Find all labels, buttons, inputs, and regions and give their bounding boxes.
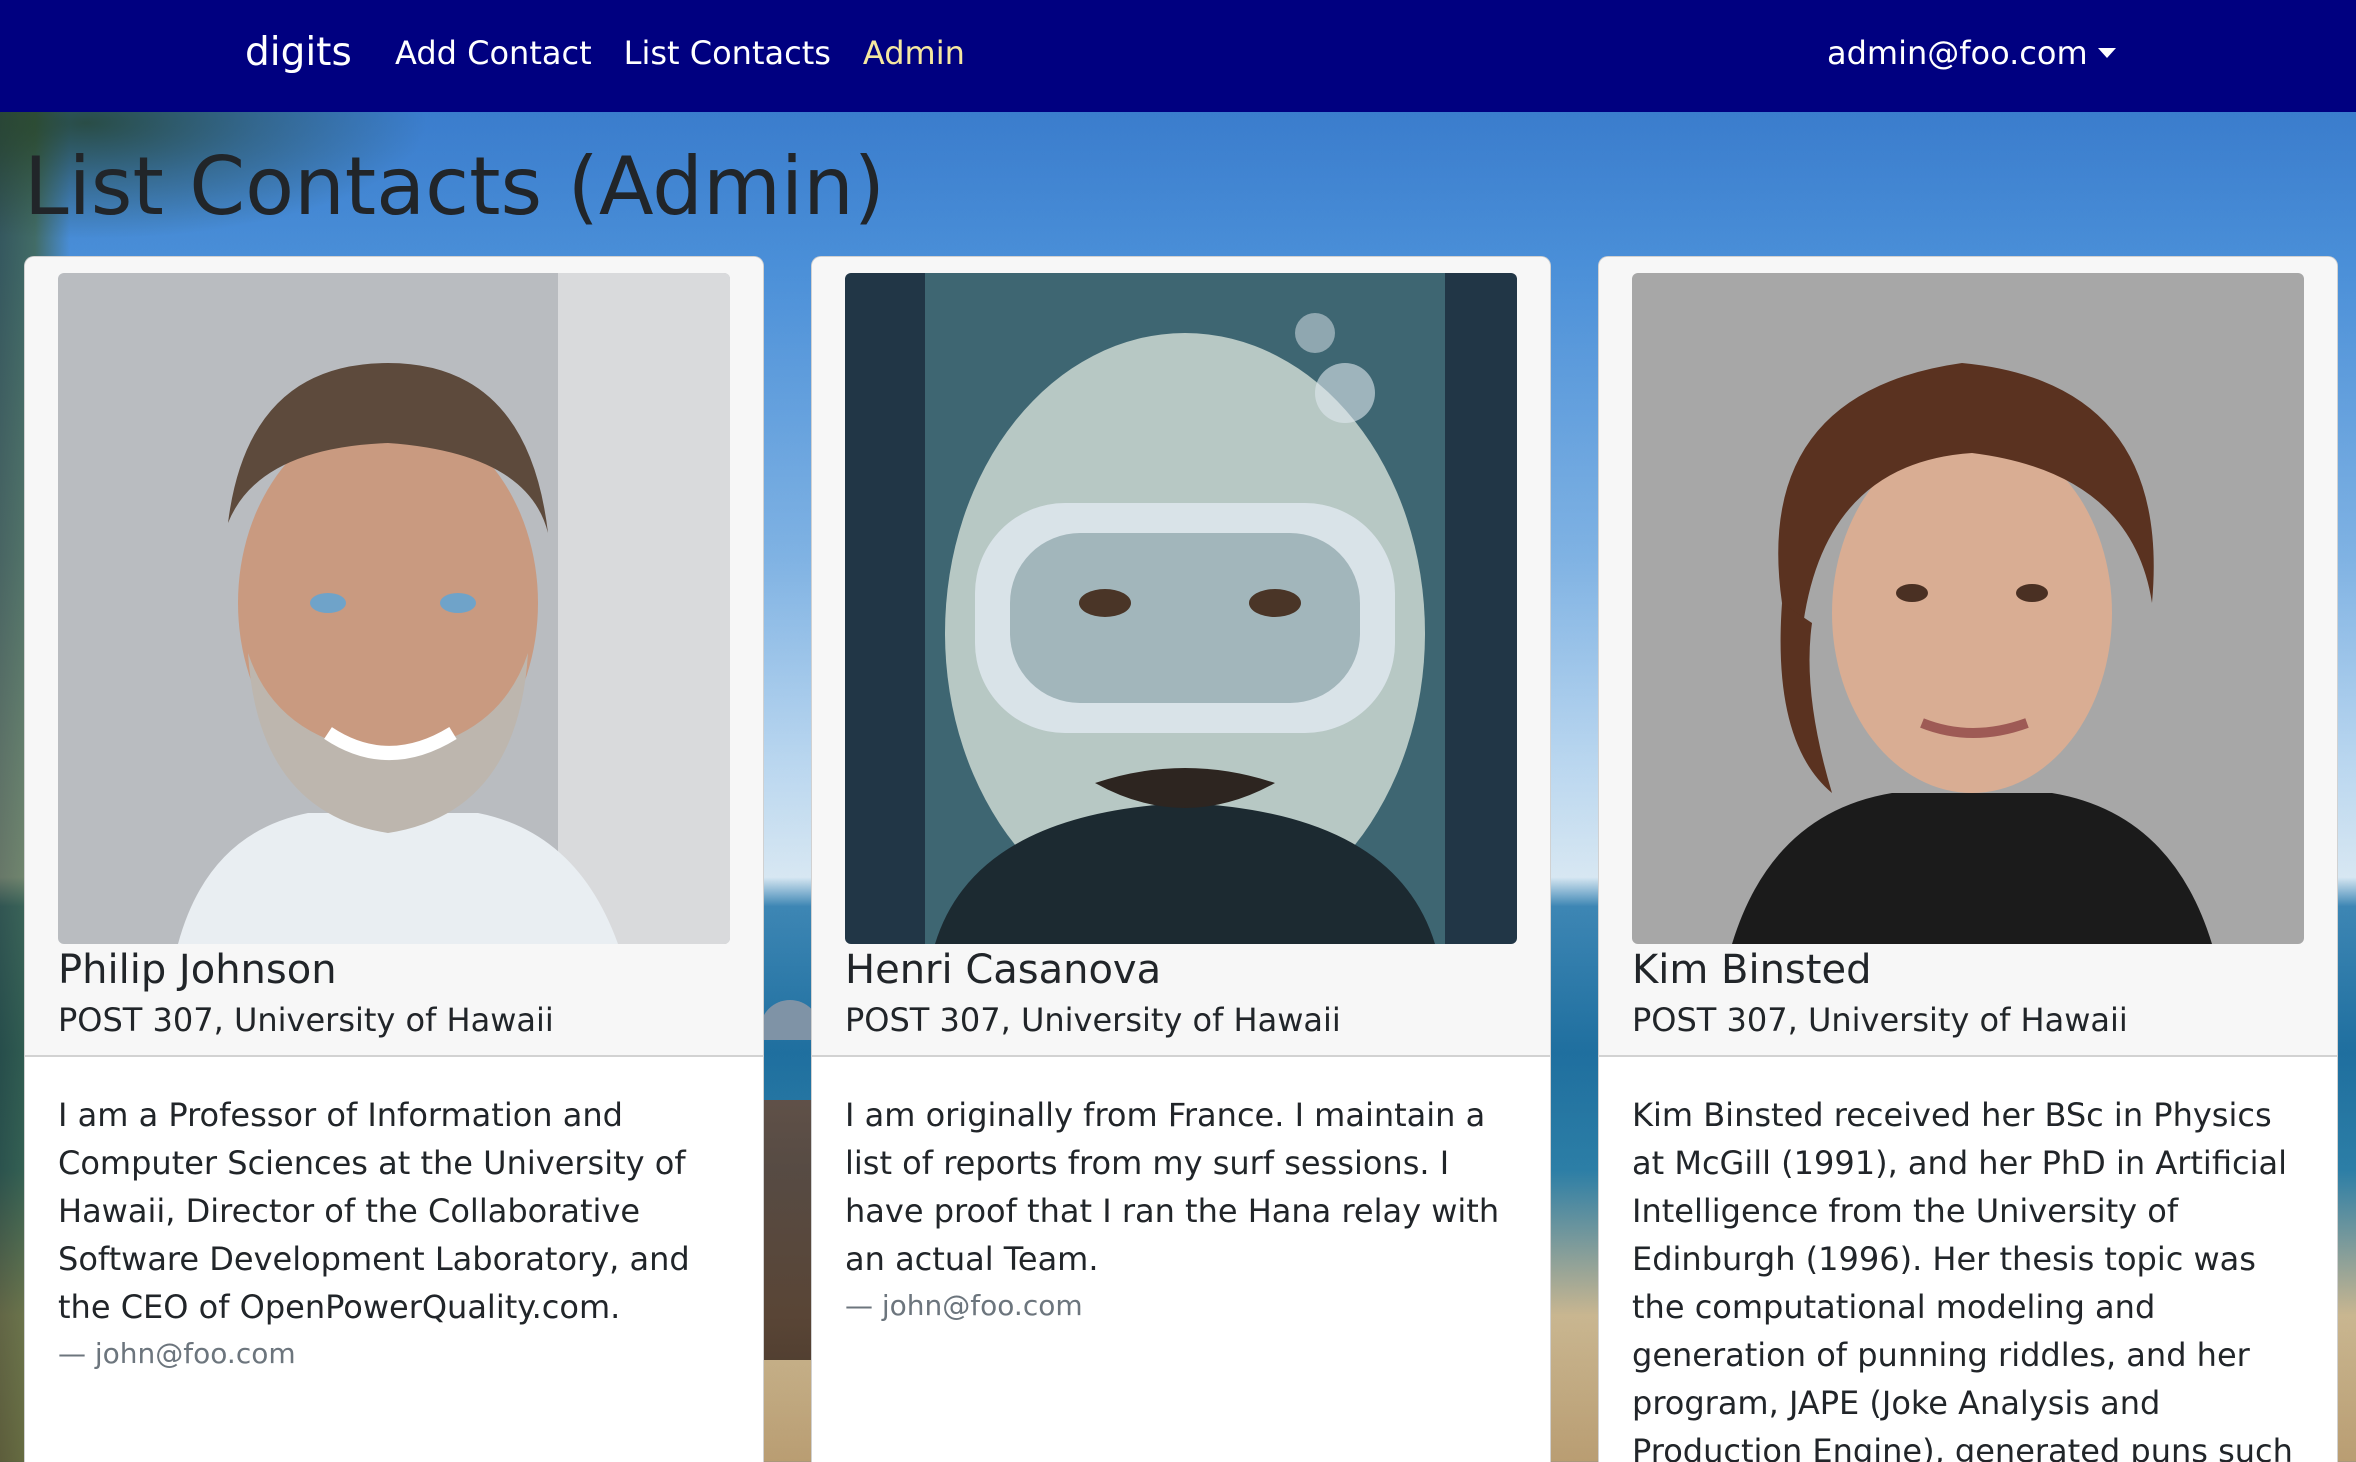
contact-owner: — john@foo.com (845, 1289, 1083, 1322)
contact-photo (1632, 273, 2304, 944)
contact-photo (845, 273, 1517, 944)
card-header: Philip Johnson POST 307, University of H… (25, 257, 763, 1057)
contact-description: I am a Professor of Information and Comp… (58, 1096, 690, 1326)
user-dropdown[interactable]: admin@foo.com (1827, 34, 2116, 72)
card-body: Kim Binsted received her BSc in Physics … (1599, 1057, 2337, 1462)
user-email: admin@foo.com (1827, 34, 2088, 72)
contact-name: Henri Casanova (845, 947, 1162, 993)
top-navbar: digits Add Contact List Contacts Admin a… (0, 0, 2356, 112)
contact-address: POST 307, University of Hawaii (1632, 1001, 2128, 1039)
contact-owner: — john@foo.com (58, 1337, 296, 1370)
brand-link[interactable]: digits (245, 30, 352, 75)
nav-admin[interactable]: Admin (863, 34, 965, 72)
card-header: Henri Casanova POST 307, University of H… (812, 257, 1550, 1057)
contact-address: POST 307, University of Hawaii (845, 1001, 1341, 1039)
contact-name: Kim Binsted (1632, 947, 1872, 993)
contact-card: Henri Casanova POST 307, University of H… (811, 256, 1551, 1462)
nav-list-contacts[interactable]: List Contacts (624, 34, 831, 72)
page-title: List Contacts (Admin) (24, 140, 886, 233)
nav-add-contact[interactable]: Add Contact (395, 34, 592, 72)
card-body: I am originally from France. I maintain … (812, 1057, 1550, 1322)
nav-links: Add Contact List Contacts Admin (395, 34, 965, 72)
card-body: I am a Professor of Information and Comp… (25, 1057, 763, 1370)
contact-description: Kim Binsted received her BSc in Physics … (1632, 1096, 2293, 1462)
contact-address: POST 307, University of Hawaii (58, 1001, 554, 1039)
contact-card: Kim Binsted POST 307, University of Hawa… (1598, 256, 2338, 1462)
contact-name: Philip Johnson (58, 947, 337, 993)
contact-description: I am originally from France. I maintain … (845, 1096, 1500, 1278)
card-header: Kim Binsted POST 307, University of Hawa… (1599, 257, 2337, 1057)
contact-card: Philip Johnson POST 307, University of H… (24, 256, 764, 1462)
contact-photo (58, 273, 730, 944)
caret-down-icon (2097, 48, 2116, 58)
